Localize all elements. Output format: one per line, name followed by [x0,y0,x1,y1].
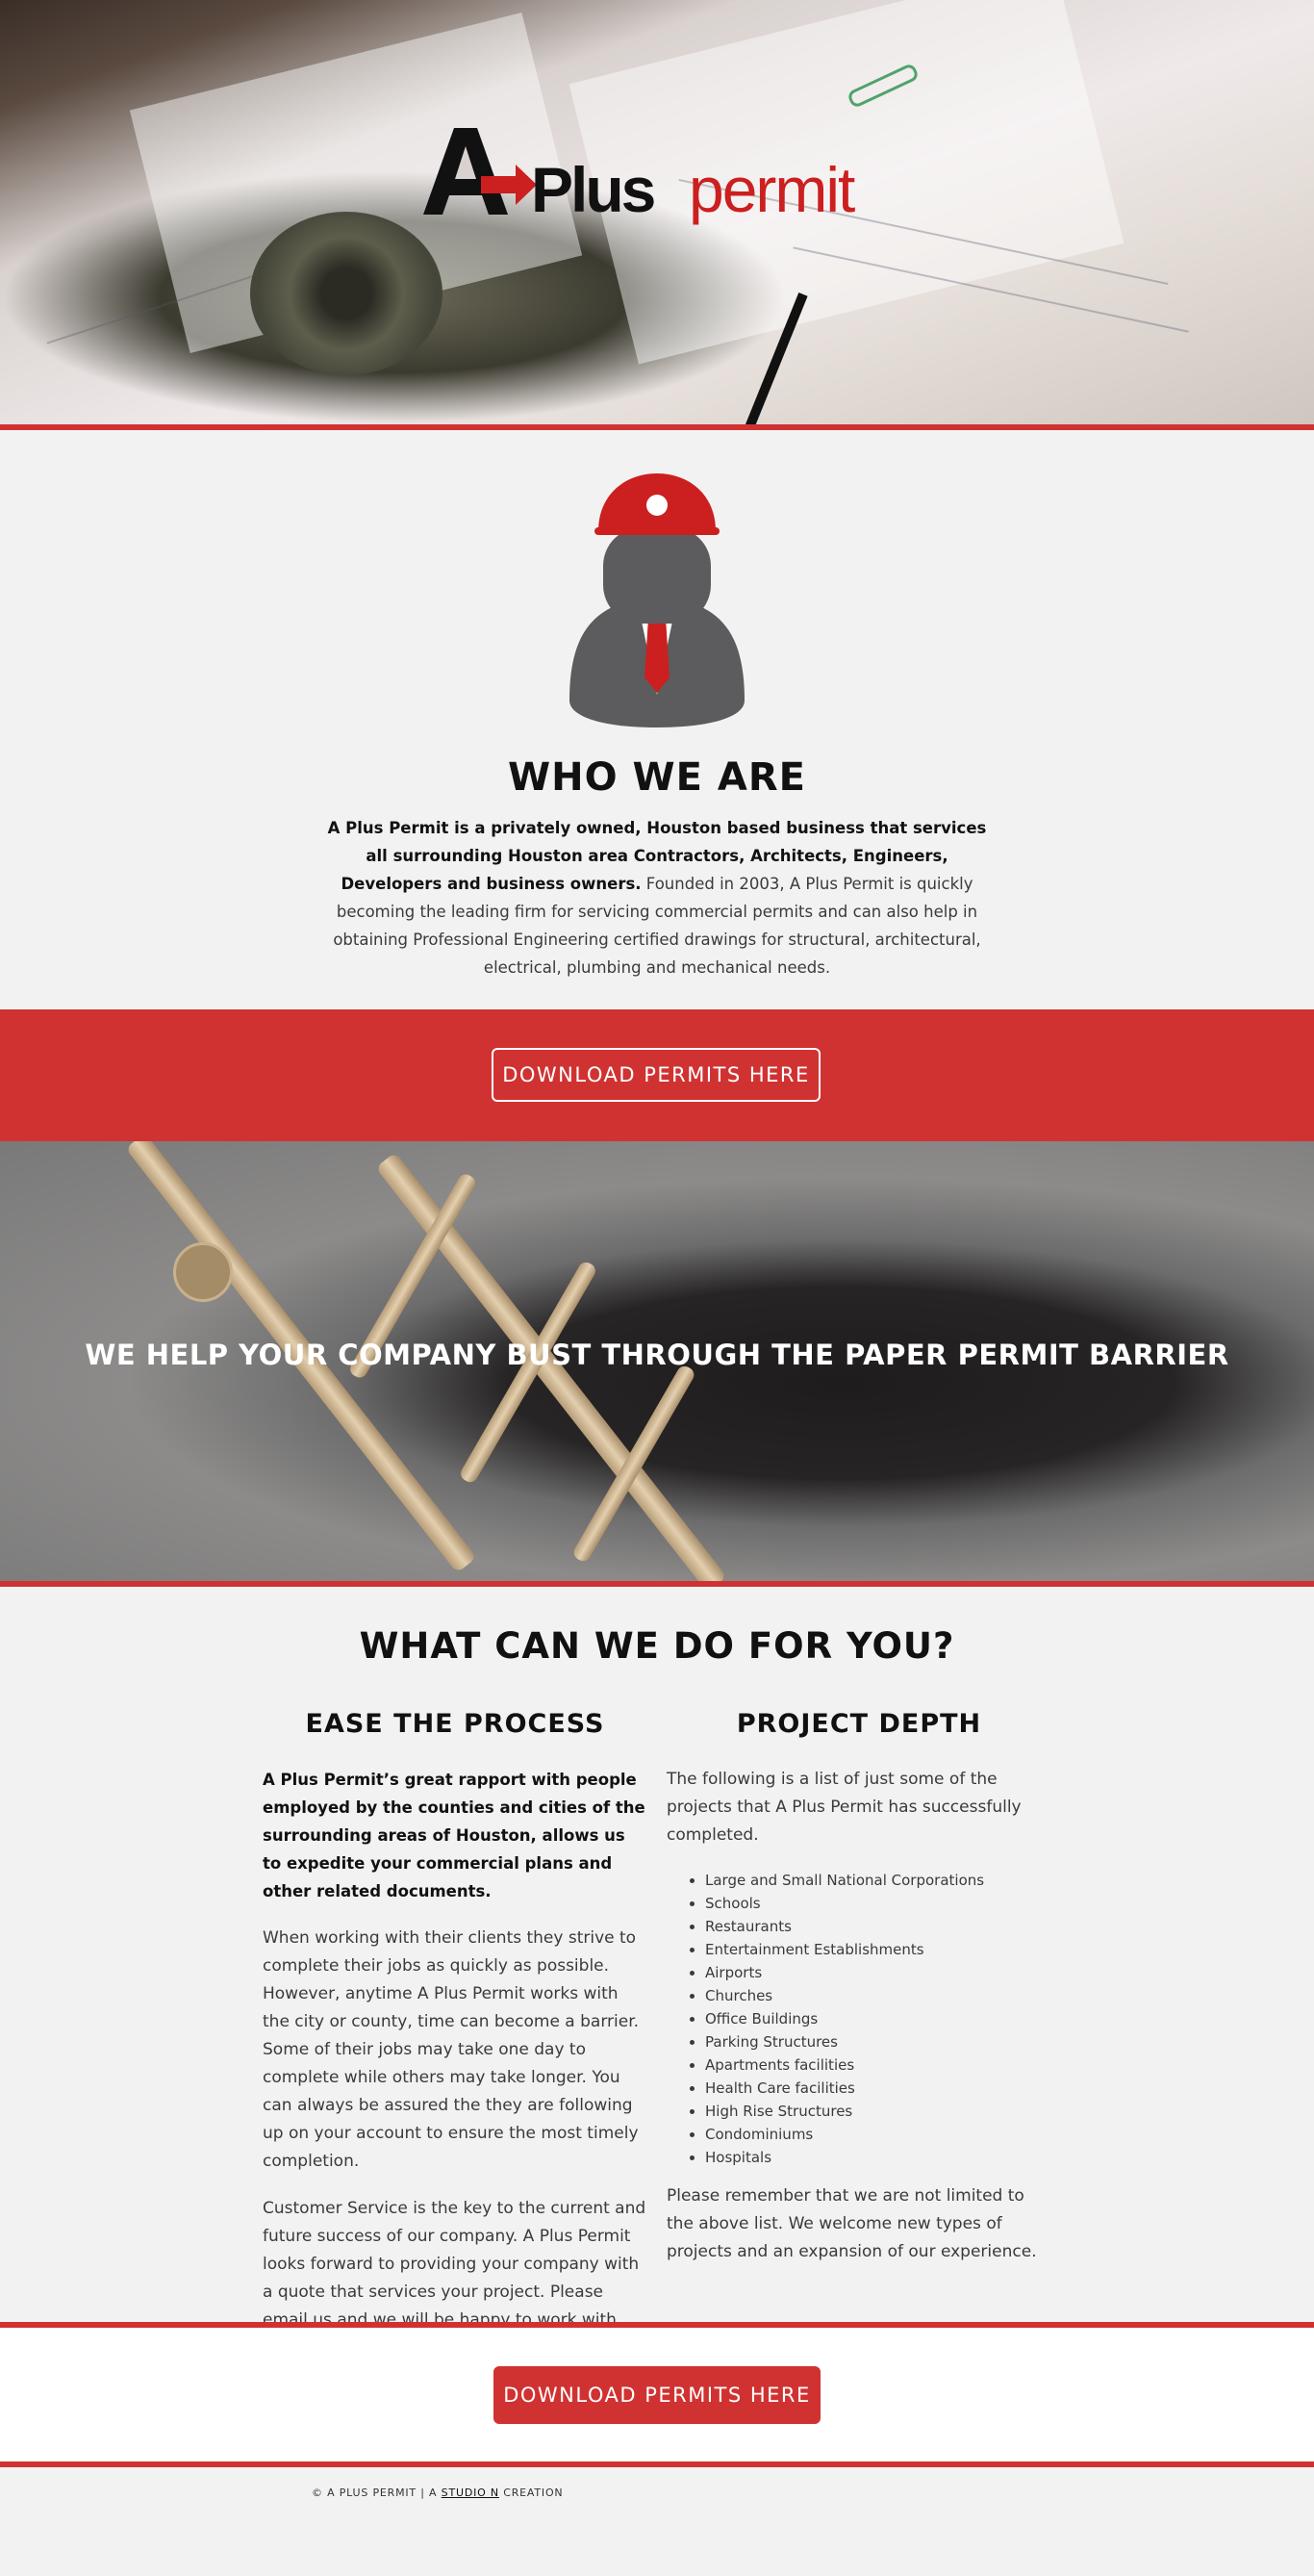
project-depth-outro: Please remember that we are not limited … [667,2186,1037,2261]
rapport-paragraph: A Plus Permit’s great rapport with peopl… [263,1771,645,1900]
list-item: High Rise Structures [705,2100,1051,2123]
paper-barrier-banner: WE HELP YOUR COMPANY BUST THROUGH THE PA… [0,1141,1314,1581]
services-section: WHAT CAN WE DO FOR YOU? EASE THE PROCESS… [0,1587,1314,2358]
cta-section: DOWNLOAD PERMITS HERE [0,2328,1314,2461]
barrier-heading: WE HELP YOUR COMPANY BUST THROUGH THE PA… [85,1339,1229,1371]
project-depth-column: PROJECT DEPTH The following is a list of… [667,1709,1051,2285]
timing-paragraph: When working with their clients they str… [263,1928,640,2171]
services-heading: WHAT CAN WE DO FOR YOU? [359,1625,955,1667]
list-item: Apartments facilities [705,2053,1051,2077]
list-item: Parking Structures [705,2030,1051,2053]
project-types-list: Large and Small National Corporations Sc… [667,1869,1051,2169]
list-item: Condominiums [705,2123,1051,2146]
list-item: Airports [705,1961,1051,1984]
logo-permit-text: permit [689,154,855,225]
hero-banner: Plus permit [0,0,1314,424]
list-item: Churches [705,1984,1051,2007]
copyright-prefix: © A PLUS PERMIT | A [312,2487,442,2499]
studio-n-link[interactable]: STUDIO N [442,2487,499,2499]
footer: © A PLUS PERMIT | A STUDIO N CREATION [0,2467,1314,2576]
ease-the-process-heading: EASE THE PROCESS [305,1709,605,1739]
list-item: Entertainment Establishments [705,1938,1051,1961]
list-item: Office Buildings [705,2007,1051,2030]
project-depth-intro: The following is a list of just some of … [667,1770,1022,1845]
who-we-are-heading: WHO WE ARE [508,755,806,800]
ease-the-process-column: EASE THE PROCESS A Plus Permit’s great r… [263,1709,647,2382]
who-we-are-section: WHO WE ARE A Plus Permit is a privately … [0,430,1314,1009]
list-item: Schools [705,1892,1051,1915]
download-permits-button[interactable]: DOWNLOAD PERMITS HERE [493,2366,821,2424]
logo-plus-text: Plus [531,154,654,225]
inspector-person-icon [569,473,745,727]
who-we-are-text: A Plus Permit is a privately owned, Hous… [317,814,997,982]
ladder-end-image [173,1242,233,1302]
notary-stamp-image [250,212,442,375]
download-permits-button[interactable]: DOWNLOAD PERMITS HERE [492,1048,821,1102]
copyright-suffix: CREATION [498,2487,564,2499]
copyright-text: © A PLUS PERMIT | A STUDIO N CREATION [312,2487,563,2499]
a-plus-permit-logo[interactable]: Plus permit [423,123,895,234]
project-depth-heading: PROJECT DEPTH [736,1709,982,1739]
list-item: Large and Small National Corporations [705,1869,1051,1892]
download-band: DOWNLOAD PERMITS HERE [0,1009,1314,1141]
list-item: Hospitals [705,2146,1051,2169]
list-item: Health Care facilities [705,2077,1051,2100]
list-item: Restaurants [705,1915,1051,1938]
